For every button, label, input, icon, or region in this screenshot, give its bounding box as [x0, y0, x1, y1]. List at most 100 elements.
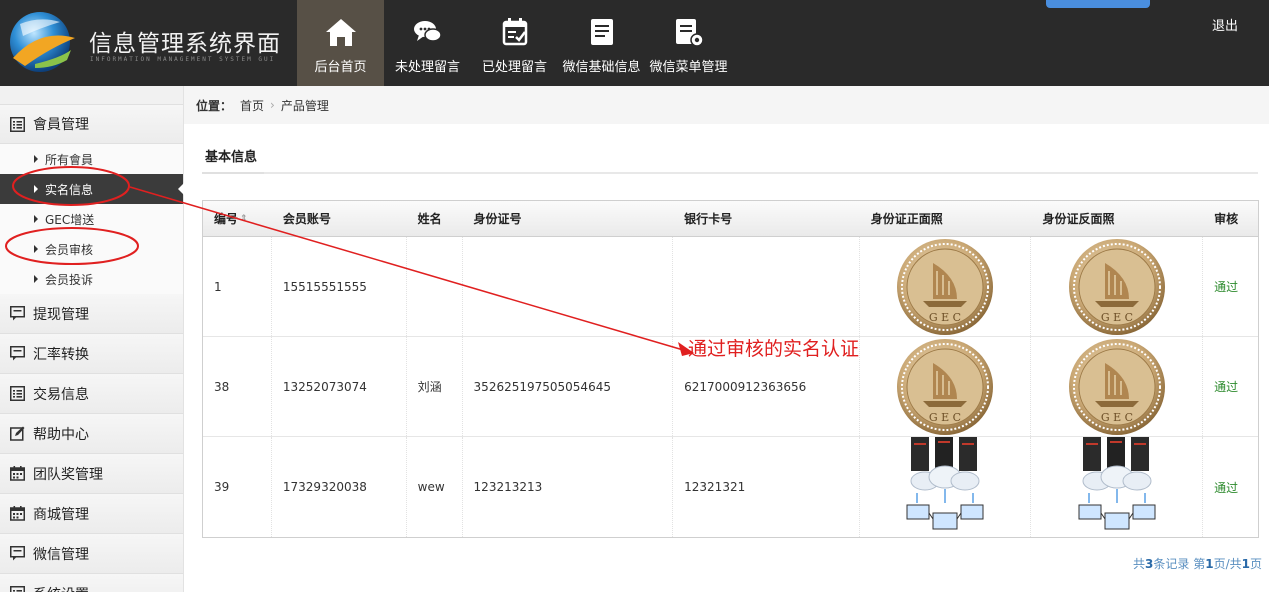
- gec-coin-image[interactable]: G E C: [1066, 237, 1168, 337]
- nav-wechat-menu-label: 微信菜单管理: [649, 60, 728, 75]
- sidebar-group-label: 提现管理: [33, 306, 89, 323]
- app-subtitle: INFORMATION MANAGEMENT SYSTEM GUI: [90, 56, 276, 63]
- pager-text: 共: [1133, 557, 1146, 571]
- table-header: 编号 ⇕ 会员账号 姓名 身份证号 银行卡号 身份证正面照 身份证反面照 审核: [203, 201, 1258, 237]
- nav-unprocessed-label: 未处理留言: [394, 60, 460, 75]
- sidebar-group-label: 會員管理: [33, 117, 89, 133]
- cell-bank: [673, 237, 860, 336]
- caret-right-icon: [34, 185, 38, 193]
- nav-processed-label: 已处理留言: [481, 60, 547, 75]
- pager-text: 条记录 第: [1153, 557, 1206, 571]
- sidebar-group-wechat[interactable]: 微信管理: [0, 534, 183, 574]
- calendar-icon: [9, 466, 25, 482]
- top-partial-button[interactable]: [1046, 0, 1150, 8]
- breadcrumb-prefix: 位置：: [196, 98, 233, 113]
- sidebar: 會員管理 所有會員 实名信息 GEC增送 会员审核 会员投诉 提现管理 汇率转换…: [0, 86, 184, 592]
- logout-link[interactable]: 退出: [1212, 15, 1238, 34]
- nav-home[interactable]: 后台首页: [297, 0, 384, 86]
- svg-text:G E C: G E C: [1101, 311, 1133, 324]
- gec-coin-image[interactable]: G E C: [1066, 337, 1168, 437]
- breadcrumb-item-current[interactable]: 产品管理: [281, 97, 329, 114]
- nav-processed-messages[interactable]: 已处理留言: [471, 0, 558, 86]
- document-gear-icon: [672, 15, 706, 49]
- cell-id: 1: [203, 237, 272, 336]
- top-bar: 信息管理系统界面 INFORMATION MANAGEMENT SYSTEM G…: [0, 0, 1269, 86]
- gec-coin-image[interactable]: G E C: [894, 337, 996, 437]
- cell-account: 13252073074: [272, 337, 407, 436]
- cell-idcard: 352625197505054645: [463, 337, 674, 436]
- sidebar-item-member-review[interactable]: 会员审核: [0, 234, 183, 264]
- sidebar-group-mall[interactable]: 商城管理: [0, 494, 183, 534]
- nav-wechat-basic-info[interactable]: 微信基础信息: [558, 0, 645, 86]
- calendar-check-icon: [498, 15, 532, 49]
- cell-id-front: G E C: [860, 337, 1032, 436]
- cell-idcard: [463, 237, 674, 336]
- pager-text: 页: [1249, 557, 1262, 571]
- caret-right-icon: [34, 275, 38, 283]
- sidebar-group-transactions[interactable]: 交易信息: [0, 374, 183, 414]
- cell-id: 39: [203, 437, 272, 537]
- sidebar-group-label: 商城管理: [33, 506, 89, 523]
- caret-right-icon: [34, 245, 38, 253]
- column-header-label: 编号: [214, 212, 239, 226]
- sidebar-group-settings[interactable]: 系统设置: [0, 574, 183, 592]
- cell-account: 17329320038: [272, 437, 407, 537]
- sidebar-group-help[interactable]: 帮助中心: [0, 414, 183, 454]
- breadcrumb-separator: ›: [270, 98, 275, 112]
- tab-basic-info[interactable]: 基本信息: [202, 140, 264, 174]
- sidebar-group-label: 微信管理: [33, 546, 89, 563]
- sort-icon[interactable]: ⇕: [240, 214, 248, 224]
- cell-id-front: G E C: [860, 237, 1032, 336]
- cell-id-back: G E C: [1031, 337, 1204, 437]
- sidebar-item-all-members[interactable]: 所有會員: [0, 144, 183, 174]
- sidebar-item-realname-info[interactable]: 实名信息: [0, 174, 184, 204]
- column-header-account: 会员账号: [282, 212, 331, 226]
- sidebar-item-label: 所有會員: [45, 152, 94, 167]
- sidebar-item-member-complaints[interactable]: 会员投诉: [0, 264, 183, 294]
- breadcrumb: 位置： 首页 › 产品管理: [184, 86, 1269, 124]
- sidebar-group-label: 帮助中心: [33, 426, 89, 443]
- gec-coin-image[interactable]: G E C: [894, 237, 996, 337]
- breadcrumb-item-home[interactable]: 首页: [240, 97, 264, 114]
- column-header-bank: 银行卡号: [684, 212, 733, 226]
- cell-status[interactable]: 通过: [1203, 437, 1258, 537]
- column-header-name: 姓名: [417, 212, 442, 226]
- sidebar-group-withdraw[interactable]: 提现管理: [0, 294, 183, 334]
- cell-idcard: 123213213: [463, 437, 674, 537]
- sidebar-group-exchange[interactable]: 汇率转换: [0, 334, 183, 374]
- nav-unprocessed-messages[interactable]: 未处理留言: [384, 0, 471, 86]
- cell-name: 刘涵: [407, 337, 463, 436]
- pager-pages: 1: [1241, 557, 1250, 571]
- column-header-id[interactable]: 编号 ⇕: [203, 201, 272, 236]
- cell-status[interactable]: 通过: [1203, 337, 1258, 436]
- home-icon: [324, 15, 358, 49]
- server-cloud-image[interactable]: [1075, 437, 1159, 537]
- sidebar-group-label: 团队奖管理: [33, 466, 103, 483]
- sidebar-item-gec-gift[interactable]: GEC增送: [0, 204, 183, 234]
- cell-id-front: [860, 437, 1032, 537]
- column-header-id-front: 身份证正面照: [870, 212, 943, 226]
- comment-icon: [9, 346, 25, 362]
- cell-id-back: G E C: [1031, 237, 1204, 337]
- sidebar-group-team-bonus[interactable]: 团队奖管理: [0, 454, 183, 494]
- app-title: 信息管理系统界面: [89, 31, 281, 57]
- column-header-review: 审核: [1214, 212, 1239, 226]
- cell-status[interactable]: 通过: [1203, 237, 1258, 336]
- nav-wechat-menu-manage[interactable]: 微信菜单管理: [645, 0, 732, 86]
- sidebar-group-members[interactable]: 會員管理: [0, 104, 183, 144]
- sidebar-item-label: GEC增送: [45, 212, 95, 227]
- table-row: 1 15515551555 G E C G E C 通过: [203, 237, 1258, 337]
- server-cloud-image[interactable]: [903, 437, 987, 537]
- sidebar-group-label: 汇率转换: [33, 346, 89, 363]
- edit-icon: [9, 426, 25, 442]
- comment-icon: [9, 306, 25, 322]
- cell-id: 38: [203, 337, 272, 436]
- column-header-idcard: 身份证号: [473, 212, 522, 226]
- top-nav: 后台首页 未处理留言 已处理留言 微信基础信息 微信菜单管理: [297, 0, 732, 86]
- calendar-icon: [9, 506, 25, 522]
- sidebar-item-label: 会员审核: [45, 242, 94, 257]
- cell-id-back: [1031, 437, 1204, 537]
- sidebar-group-label: 系统设置: [33, 584, 89, 592]
- document-icon: [585, 15, 619, 49]
- caret-right-icon: [34, 215, 38, 223]
